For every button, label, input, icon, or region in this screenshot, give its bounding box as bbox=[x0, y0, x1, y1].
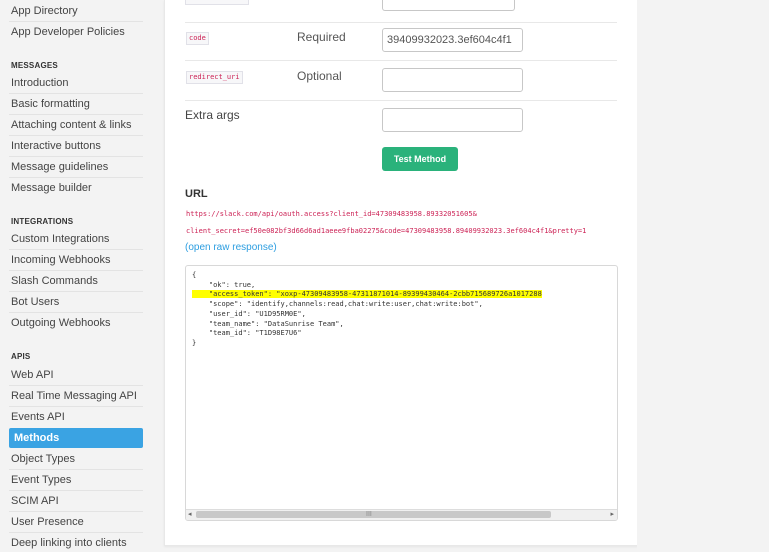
arg-requirement: Optional bbox=[297, 69, 342, 83]
json-user-id-line: "user_id": "U1D95RM0E", bbox=[192, 309, 306, 318]
open-raw-response-link[interactable]: (open raw response) bbox=[185, 242, 277, 254]
sidebar-item-rtm-api[interactable]: Real Time Messaging API bbox=[11, 389, 137, 403]
sidebar-item-outgoing-webhooks[interactable]: Outgoing Webhooks bbox=[11, 316, 110, 330]
divider bbox=[9, 291, 143, 292]
scroll-left-icon[interactable]: ◂ bbox=[188, 510, 192, 520]
url-heading: URL bbox=[185, 188, 208, 200]
sidebar-item-attaching-content[interactable]: Attaching content & links bbox=[11, 118, 131, 132]
row-divider bbox=[185, 100, 617, 101]
sidebar: App Directory App Developer Policies MES… bbox=[0, 0, 150, 552]
sidebar-item-label: Methods bbox=[14, 432, 60, 444]
horizontal-scrollbar[interactable]: ◂ III ▸ bbox=[186, 509, 617, 520]
row-divider bbox=[185, 60, 617, 61]
divider bbox=[9, 249, 143, 250]
scrollbar-thumb[interactable] bbox=[196, 511, 551, 518]
redirect-uri-input[interactable] bbox=[382, 68, 523, 92]
sidebar-item-app-directory[interactable]: App Directory bbox=[11, 4, 78, 18]
arg-requirement: Required bbox=[297, 30, 346, 44]
sidebar-item-interactive-buttons[interactable]: Interactive buttons bbox=[11, 139, 101, 153]
extra-args-input[interactable] bbox=[382, 108, 523, 132]
sidebar-item-incoming-webhooks[interactable]: Incoming Webhooks bbox=[11, 253, 110, 267]
sidebar-item-object-types[interactable]: Object Types bbox=[11, 452, 75, 466]
scrollbar-grip-icon: III bbox=[366, 511, 372, 518]
text-input-partial[interactable] bbox=[382, 0, 515, 11]
divider bbox=[9, 312, 143, 313]
divider bbox=[9, 270, 143, 271]
sidebar-item-custom-integrations[interactable]: Custom Integrations bbox=[11, 232, 109, 246]
divider bbox=[9, 93, 143, 94]
json-open-brace: { bbox=[192, 271, 197, 279]
divider bbox=[9, 156, 143, 157]
sidebar-item-bot-users[interactable]: Bot Users bbox=[11, 295, 59, 309]
json-team-id-line: "team_id": "T1D98E7U6" bbox=[192, 329, 302, 338]
sidebar-item-app-developer-policies[interactable]: App Developer Policies bbox=[11, 25, 125, 39]
sidebar-item-message-builder[interactable]: Message builder bbox=[11, 181, 92, 195]
page-background bbox=[637, 0, 769, 552]
sidebar-item-deep-linking[interactable]: Deep linking into clients bbox=[11, 536, 127, 550]
request-url-line-2: client_secret=ef50e082bf3d66d6ad1aeee9fb… bbox=[186, 227, 587, 235]
divider bbox=[9, 490, 143, 491]
sidebar-item-scim-api[interactable]: SCIM API bbox=[11, 494, 59, 508]
scroll-right-icon[interactable]: ▸ bbox=[610, 510, 614, 520]
divider bbox=[9, 177, 143, 178]
test-method-button[interactable]: Test Method bbox=[382, 147, 458, 171]
divider bbox=[9, 21, 143, 22]
json-team-name-line: "team_name": "DataSunrise Team", bbox=[192, 319, 344, 328]
code-input[interactable]: 39409932023.3ef604c4f1 bbox=[382, 28, 523, 52]
response-json: { "ok": true, "access_token": "xoxp-4730… bbox=[192, 271, 542, 349]
sidebar-item-web-api[interactable]: Web API bbox=[11, 368, 54, 382]
divider bbox=[9, 135, 143, 136]
divider bbox=[9, 114, 143, 115]
divider bbox=[9, 385, 143, 386]
sidebar-item-basic-formatting[interactable]: Basic formatting bbox=[11, 97, 90, 111]
divider bbox=[9, 406, 143, 407]
sidebar-item-user-presence[interactable]: User Presence bbox=[11, 515, 84, 529]
section-heading-integrations: INTEGRATIONS bbox=[11, 217, 74, 226]
sidebar-item-methods[interactable]: Methods bbox=[9, 428, 143, 448]
json-close-brace: } bbox=[192, 338, 197, 347]
section-heading-apis: APIS bbox=[11, 352, 31, 361]
request-url-line-1: https://slack.com/api/oauth.access?clien… bbox=[186, 210, 477, 218]
divider bbox=[9, 532, 143, 533]
sidebar-item-event-types[interactable]: Event Types bbox=[11, 473, 71, 487]
extra-args-label: Extra args bbox=[185, 108, 240, 122]
response-output[interactable]: { "ok": true, "access_token": "xoxp-4730… bbox=[185, 265, 618, 521]
sidebar-item-introduction[interactable]: Introduction bbox=[11, 76, 68, 90]
divider bbox=[9, 469, 143, 470]
divider bbox=[9, 511, 143, 512]
arg-name-redirect-uri: redirect_uri bbox=[186, 71, 243, 84]
row-divider bbox=[185, 22, 617, 23]
method-tester-panel: code Required 39409932023.3ef604c4f1 red… bbox=[164, 0, 638, 546]
sidebar-item-slash-commands[interactable]: Slash Commands bbox=[11, 274, 98, 288]
sidebar-item-events-api[interactable]: Events API bbox=[11, 410, 65, 424]
arg-name-code: code bbox=[186, 32, 209, 45]
code-tag-partial bbox=[185, 0, 249, 5]
sidebar-item-message-guidelines[interactable]: Message guidelines bbox=[11, 160, 108, 174]
json-access-token-line: "access_token": "xoxp-47309483958-473118… bbox=[192, 290, 542, 299]
json-scope-line: "scope": "identify,channels:read,chat:wr… bbox=[192, 300, 483, 309]
json-ok-line: "ok": true, bbox=[192, 280, 256, 289]
section-heading-messages: MESSAGES bbox=[11, 61, 58, 70]
